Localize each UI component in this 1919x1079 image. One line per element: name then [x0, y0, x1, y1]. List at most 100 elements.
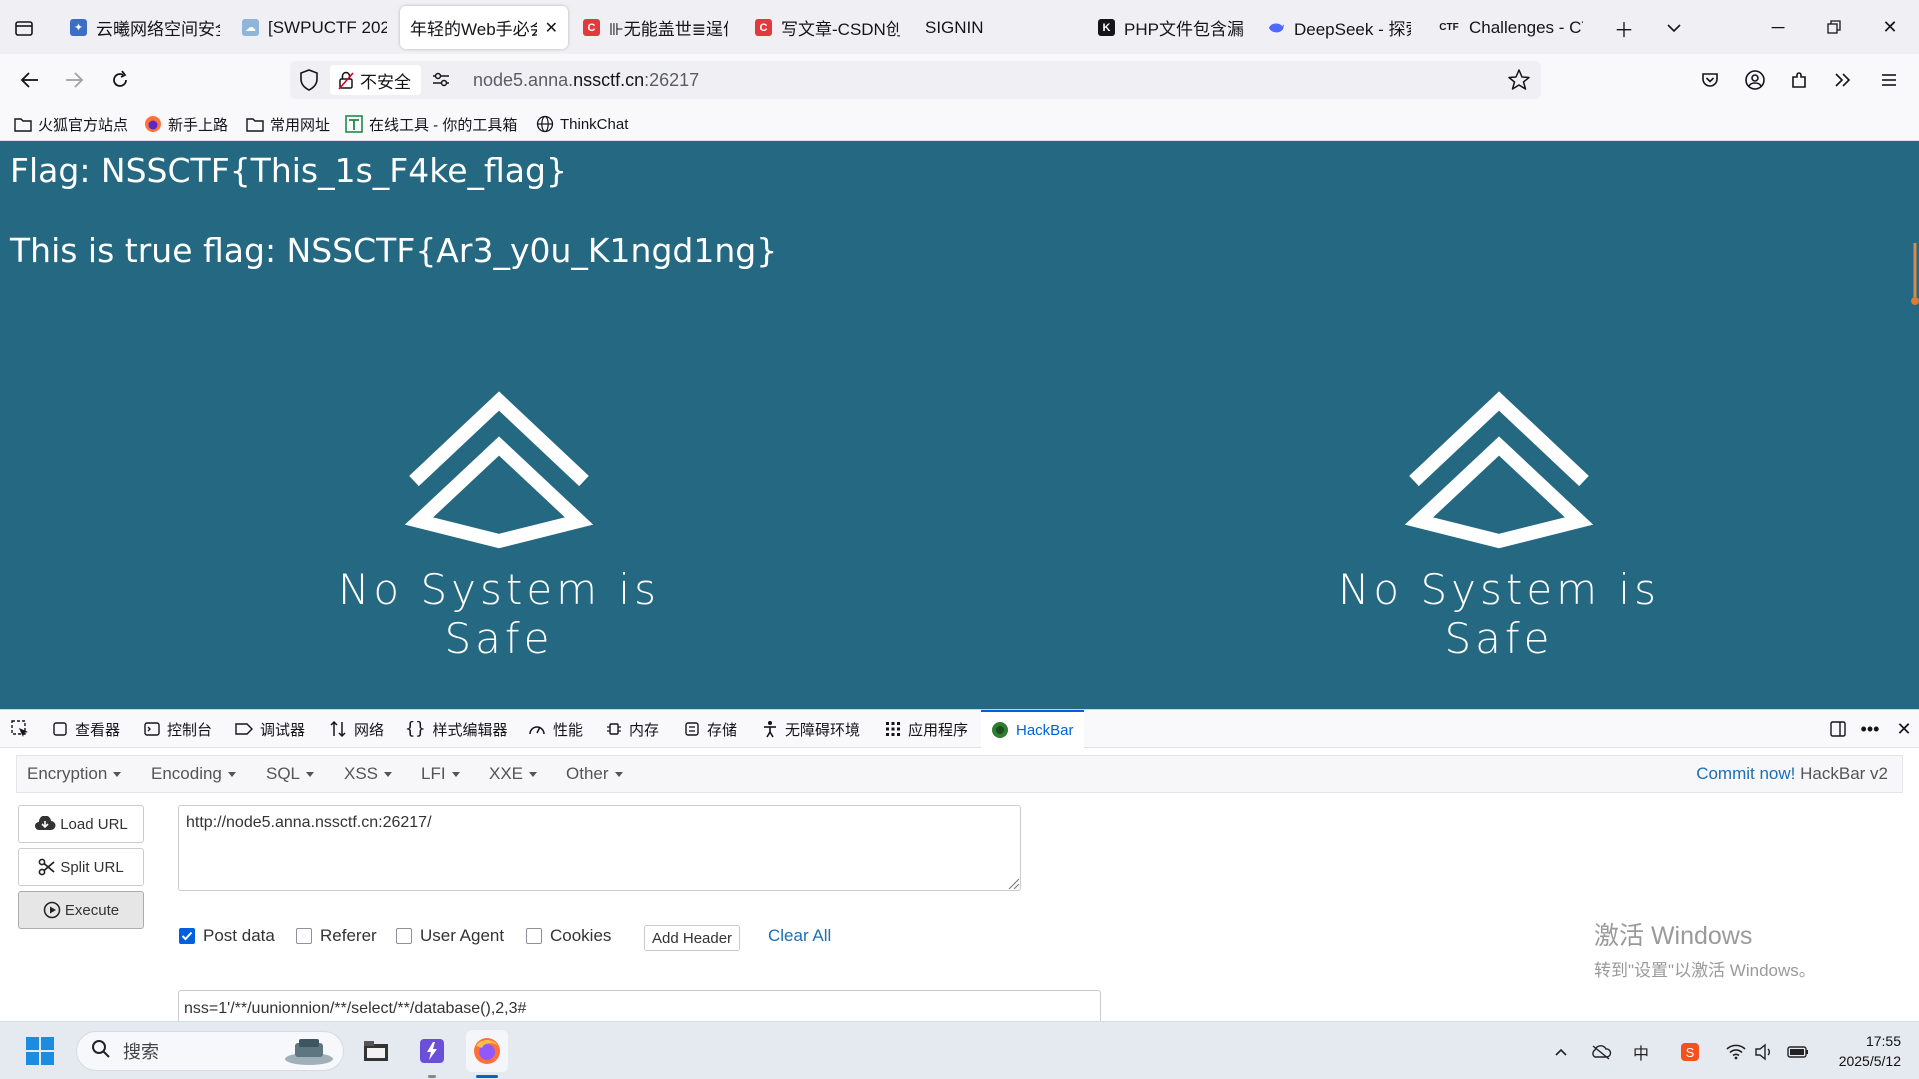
reload-icon[interactable]: [104, 64, 136, 96]
page-scrollbar[interactable]: [1911, 239, 1919, 309]
debugger-icon: [235, 721, 253, 737]
menu-encoding[interactable]: Encoding: [151, 764, 236, 784]
menu-encryption[interactable]: Encryption: [27, 764, 121, 784]
tab-debugger[interactable]: 调试器: [235, 710, 305, 748]
insecure-connection-badge[interactable]: 不安全: [330, 65, 421, 95]
tracking-shield-icon[interactable]: [298, 68, 320, 97]
logo-text: No System is Safe: [338, 565, 660, 663]
bookmark-getting-started[interactable]: 新手上路: [144, 112, 228, 136]
commit-link[interactable]: Commit now!: [1696, 764, 1795, 783]
tab-storage[interactable]: 存储: [684, 710, 737, 748]
tab-console[interactable]: 控制台: [144, 710, 212, 748]
resize-grip-icon[interactable]: [1006, 876, 1020, 890]
close-icon[interactable]: ✕: [545, 18, 558, 38]
tab-accessibility[interactable]: 无障碍环境: [762, 710, 860, 748]
split-url-button[interactable]: Split URL: [18, 848, 144, 886]
volume-icon[interactable]: [1752, 1040, 1776, 1064]
tab-title: 云曦网络空间安全: [96, 20, 220, 39]
dock-toggle-icon[interactable]: [1824, 715, 1852, 743]
account-icon[interactable]: [1740, 65, 1770, 95]
commit-notice: Commit now! HackBar v2: [1696, 764, 1888, 784]
tab-yunxi[interactable]: ✦ 云曦网络空间安全: [60, 6, 230, 49]
wifi-icon[interactable]: [1724, 1040, 1748, 1064]
referer-checkbox[interactable]: Referer: [296, 926, 377, 946]
tab-php-include[interactable]: K PHP文件包含漏洞: [1088, 6, 1253, 49]
tab-title: PHP文件包含漏洞: [1124, 20, 1243, 39]
search-placeholder: 搜索: [123, 1042, 159, 1062]
tab-strip: ✦ 云曦网络空间安全 ☁ [SWPUCTF 2022 年轻的Web手必会 ✕ C…: [0, 0, 1919, 54]
bookmark-star-icon[interactable]: [1507, 68, 1531, 97]
forward-icon[interactable]: [58, 64, 90, 96]
post-data-input[interactable]: nss=1'/**/uunionnion/**/select/**/databa…: [178, 990, 1101, 1021]
user-agent-checkbox[interactable]: User Agent: [396, 926, 504, 946]
tab-title: Challenges - CTF: [1469, 17, 1583, 37]
tab-list-icon[interactable]: [10, 14, 38, 42]
overflow-chevron-icon[interactable]: [1828, 65, 1858, 95]
clock-time: 17:55: [1865, 1033, 1901, 1049]
menu-xxe[interactable]: XXE: [489, 764, 537, 784]
clear-all-link[interactable]: Clear All: [768, 926, 831, 946]
bookmark-thinkchat[interactable]: ThinkChat: [536, 112, 628, 136]
bookmark-firefox-official[interactable]: 火狐官方站点: [14, 112, 128, 136]
checkbox-box: [526, 928, 542, 944]
file-explorer-icon[interactable]: [356, 1030, 396, 1072]
menu-sql[interactable]: SQL: [266, 764, 314, 784]
back-icon[interactable]: [14, 64, 46, 96]
tab-active-web[interactable]: 年轻的Web手必会 ✕: [400, 6, 568, 49]
tab-signin[interactable]: SIGNIN: [915, 6, 1075, 49]
extensions-icon[interactable]: [1784, 65, 1814, 95]
visual-studio-icon[interactable]: [412, 1030, 452, 1072]
add-header-button[interactable]: Add Header: [644, 925, 741, 951]
post-data-checkbox[interactable]: Post data: [179, 926, 275, 946]
menu-xss[interactable]: XSS: [344, 764, 392, 784]
tab-csdn-2[interactable]: C 写文章-CSDN创作: [745, 6, 910, 49]
sogou-input-icon[interactable]: S: [1678, 1040, 1702, 1064]
tab-inspector[interactable]: 查看器: [52, 710, 120, 748]
tab-style-editor[interactable]: {} 样式编辑器: [405, 710, 508, 748]
hamburger-menu-icon[interactable]: [1874, 65, 1904, 95]
tab-hackbar[interactable]: HackBar: [981, 710, 1084, 748]
new-tab-icon[interactable]: ＋: [1610, 14, 1638, 42]
more-options-icon[interactable]: •••: [1856, 715, 1884, 743]
battery-icon[interactable]: [1786, 1040, 1810, 1064]
close-window-icon[interactable]: ✕: [1862, 0, 1918, 54]
no-system-is-safe-logo-left: No System is Safe: [289, 391, 709, 663]
load-url-button[interactable]: Load URL: [18, 805, 144, 843]
tab-network[interactable]: 网络: [329, 710, 384, 748]
system-clock[interactable]: 17:55 2025/5/12: [1839, 1031, 1901, 1071]
close-devtools-icon[interactable]: ✕: [1890, 715, 1918, 743]
tab-memory[interactable]: 内存: [606, 710, 659, 748]
tab-label: 调试器: [260, 721, 306, 739]
menu-lfi[interactable]: LFI: [421, 764, 460, 784]
tab-deepseek[interactable]: DeepSeek - 探索: [1258, 6, 1421, 49]
ime-indicator[interactable]: 中: [1629, 1040, 1653, 1064]
onedrive-offline-icon[interactable]: [1589, 1040, 1613, 1064]
tab-title: DeepSeek - 探索: [1294, 20, 1411, 39]
url-textarea[interactable]: http://node5.anna.nssctf.cn:26217/: [178, 805, 1021, 891]
menu-other[interactable]: Other: [566, 764, 623, 784]
tab-swpuctf[interactable]: ☁ [SWPUCTF 2022: [232, 6, 397, 49]
tab-performance[interactable]: 性能: [528, 710, 583, 748]
firefox-taskbar-icon[interactable]: [466, 1030, 508, 1072]
tab-challenges[interactable]: CTF Challenges - CTF: [1428, 6, 1593, 49]
chevron-down-icon[interactable]: [1660, 14, 1688, 42]
execute-button[interactable]: Execute: [18, 891, 144, 929]
hackbar-menu: Encryption Encoding SQL XSS LFI XXE Othe…: [16, 755, 1903, 793]
minimize-icon[interactable]: ─: [1750, 0, 1806, 54]
bookmark-online-tools[interactable]: 在线工具 - 你的工具箱: [345, 112, 517, 136]
url-bar[interactable]: 不安全 node5.anna.nssctf.cn:26217: [290, 61, 1541, 99]
tab-application[interactable]: 应用程序: [885, 710, 968, 748]
tab-csdn-1[interactable]: C ⊪无能盖世≣逞何: [573, 6, 738, 49]
windows-start-icon[interactable]: [20, 1030, 60, 1072]
tray-overflow-chevron-icon[interactable]: [1549, 1040, 1573, 1064]
bookmark-common-sites[interactable]: 常用网址: [246, 112, 330, 136]
tab-label: 样式编辑器: [432, 721, 508, 739]
cookies-checkbox[interactable]: Cookies: [526, 926, 611, 946]
restore-icon[interactable]: [1806, 0, 1862, 54]
taskbar-search-box[interactable]: 搜索: [76, 1031, 344, 1071]
url-text[interactable]: node5.anna.nssctf.cn:26217: [473, 70, 699, 91]
permissions-icon[interactable]: [430, 68, 452, 95]
search-icon: [91, 1039, 111, 1064]
pocket-icon[interactable]: [1695, 65, 1725, 95]
element-picker-icon[interactable]: [10, 710, 30, 748]
